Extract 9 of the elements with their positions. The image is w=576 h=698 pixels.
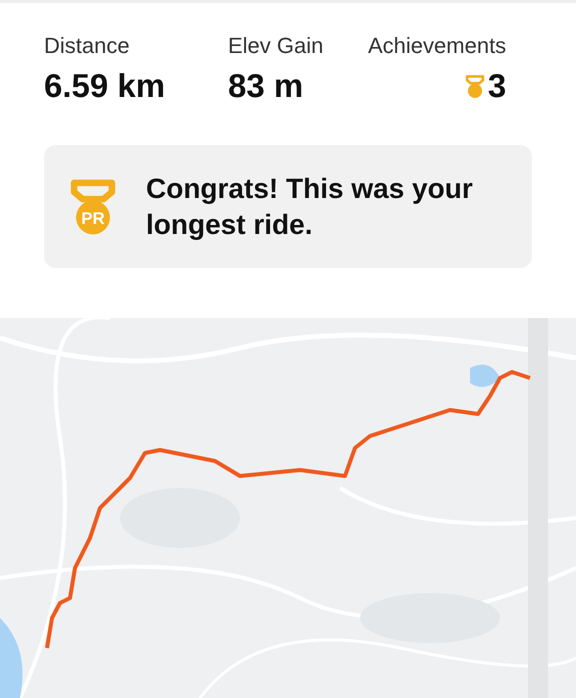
stat-value: 83 m xyxy=(228,67,304,105)
stat-label: Elev Gain xyxy=(228,33,324,59)
stat-label: Achievements xyxy=(368,33,506,59)
stat-value: 6.59 km xyxy=(44,67,166,105)
medal-icon xyxy=(464,74,486,98)
stat-value: 3 xyxy=(488,67,506,105)
badge-label: PR xyxy=(81,209,105,228)
congrats-message: Congrats! This was your longest ride. xyxy=(146,172,474,242)
stat-label: Distance xyxy=(44,33,131,59)
